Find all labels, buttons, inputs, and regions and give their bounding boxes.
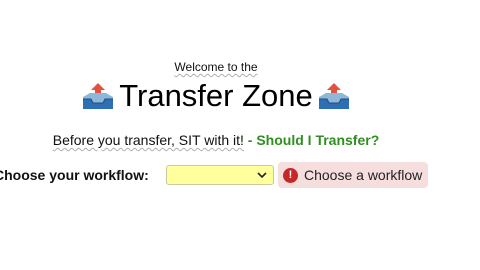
intro-text: Before you transfer, SIT with it! xyxy=(52,132,244,148)
workflow-error-message: ! Choose a workflow xyxy=(278,162,429,188)
welcome-text: Welcome to the xyxy=(174,60,258,74)
outbox-tray-icon xyxy=(81,81,115,111)
workflow-select[interactable] xyxy=(166,165,274,185)
chevron-down-icon xyxy=(256,169,268,181)
should-i-transfer-link[interactable]: - Should I Transfer? xyxy=(248,132,379,148)
workflow-label: Choose your workflow: xyxy=(0,167,149,183)
title-row: Transfer Zone xyxy=(0,76,432,116)
workflow-row: Choose your workflow: ! Choose a workflo… xyxy=(0,162,429,188)
transfer-zone-page: Welcome to the Transfer Zone Before you … xyxy=(0,0,480,270)
outbox-tray-icon xyxy=(317,81,351,111)
welcome-heading: Welcome to the xyxy=(0,60,432,75)
error-message-text: Choose a workflow xyxy=(304,167,423,183)
page-title: Transfer Zone xyxy=(119,78,313,113)
intro-line: Before you transfer, SIT with it! - Shou… xyxy=(0,131,432,149)
error-exclamation-icon: ! xyxy=(283,167,298,183)
